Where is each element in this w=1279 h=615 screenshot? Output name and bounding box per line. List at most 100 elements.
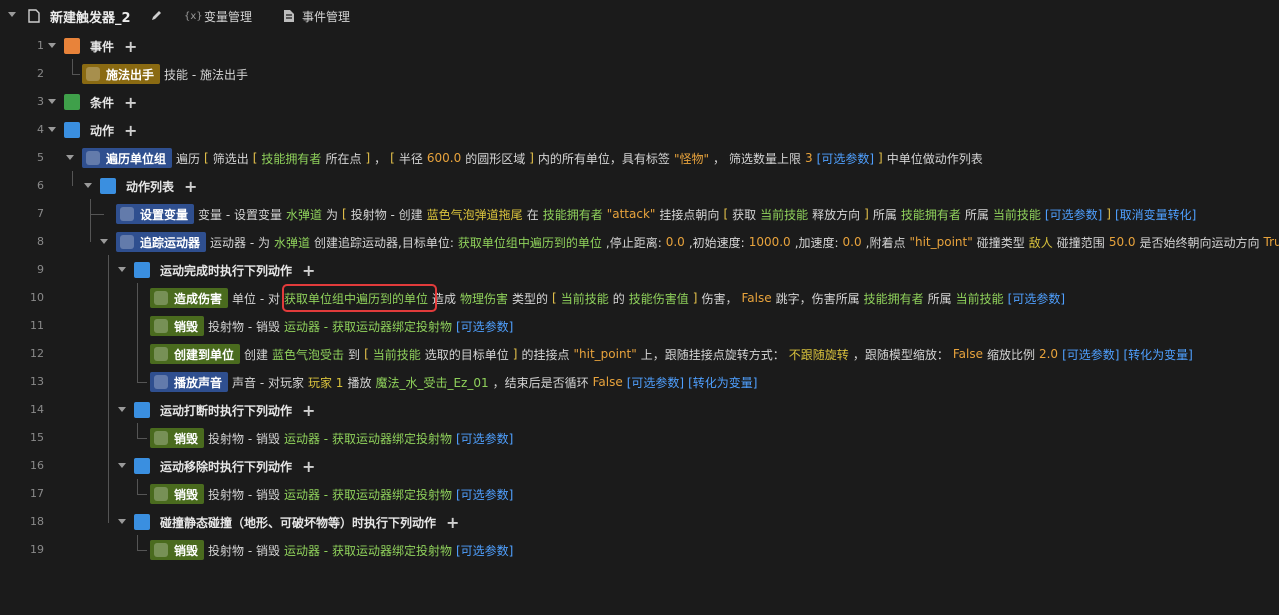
param-segment[interactable]: 0.0 [843,235,862,249]
param-segment[interactable]: 运动器 - 获取运动器绑定投射物 [284,430,452,447]
tree-row[interactable]: 13 播放声音 声音 - 对玩家 玩家 1 播放 魔法_水_受击_Ez_01 ，结束后是否循… [0,368,1279,396]
tree-row[interactable]: 14 运动打断时执行下列动作 + [0,396,1279,424]
param-segment[interactable]: [可选参数] [456,430,513,447]
param-segment[interactable]: [ [253,151,258,165]
param-segment[interactable]: 50.0 [1109,235,1136,249]
add-icon[interactable]: + [302,401,315,420]
collapse-arrow-icon[interactable] [66,155,74,160]
param-segment[interactable]: 运动器 - 获取运动器绑定投射物 [284,318,452,335]
tree-row[interactable]: 1 事件 + [0,32,1279,60]
param-segment[interactable]: "hit_point" [573,347,636,361]
param-segment[interactable]: 运动器 - 获取运动器绑定投射物 [284,486,452,503]
tree-row[interactable]: 19 销毁 投射物 - 销毁 运动器 - 获取运动器绑定投射物 [可选参数] [0,536,1279,564]
param-segment[interactable]: 物理伤害 [460,290,508,307]
param-segment[interactable]: [可选参数] [817,150,874,167]
edit-icon[interactable] [150,8,162,24]
tab-event-manager[interactable]: 事件管理 [302,8,350,24]
tree-row[interactable]: 6 动作列表 + [0,172,1279,200]
add-icon[interactable]: + [184,177,197,196]
param-segment[interactable]: [ [552,291,557,305]
param-segment[interactable]: 当前技能 [760,206,808,223]
collapse-arrow-icon[interactable] [118,407,126,412]
param-segment[interactable]: [ [364,347,369,361]
collapse-arrow-icon[interactable] [8,12,16,17]
param-segment[interactable]: [可选参数] [1045,206,1102,223]
add-icon[interactable]: + [302,457,315,476]
param-segment[interactable]: [ [723,207,728,221]
tree-row[interactable]: 4 动作 + [0,116,1279,144]
add-icon[interactable]: + [124,121,137,140]
collapse-arrow-icon[interactable] [84,183,92,188]
param-segment[interactable]: "怪物" [674,150,709,167]
param-segment[interactable]: 获取单位组中遍历到的单位 [458,234,602,251]
tree-row[interactable]: 18 碰撞静态碰撞（地形、可破坏物等）时执行下列动作 + [0,508,1279,536]
param-segment[interactable]: "attack" [607,207,656,221]
param-segment[interactable]: 600.0 [427,151,461,165]
param-segment[interactable]: ] [365,151,370,165]
collapse-arrow-icon[interactable] [100,239,108,244]
param-segment[interactable]: 0.0 [666,235,685,249]
param-segment[interactable]: [可选参数] [1008,290,1065,307]
param-segment[interactable]: 水弹道 [286,206,322,223]
param-segment[interactable]: 当前技能 [993,206,1041,223]
param-segment[interactable]: "hit_point" [909,235,972,249]
param-segment[interactable]: 2.0 [1039,347,1058,361]
tree-row[interactable]: 15 销毁 投射物 - 销毁 运动器 - 获取运动器绑定投射物 [可选参数] [0,424,1279,452]
param-segment[interactable]: 当前技能 [956,290,1004,307]
param-segment[interactable]: ] [1106,207,1111,221]
param-segment[interactable]: ] [864,207,869,221]
action-block-head[interactable]: 创建到单位 [150,344,241,364]
tree-row[interactable]: 3 条件 + [0,88,1279,116]
action-block-head[interactable]: 销毁 [150,316,205,336]
param-segment[interactable]: [ [342,207,347,221]
action-block-head[interactable]: 销毁 [150,540,205,560]
collapse-arrow-icon[interactable] [118,519,126,524]
action-block-head[interactable]: 设置变量 [116,204,195,224]
param-segment[interactable]: 水弹道 [274,234,310,251]
param-segment[interactable]: 技能拥有者 [864,290,924,307]
param-segment[interactable]: [可选参数] [1062,346,1119,363]
param-segment[interactable]: 技能伤害值 [629,290,689,307]
param-segment[interactable]: 蓝色气泡弹道拖尾 [427,206,523,223]
param-segment[interactable]: False [741,291,771,305]
tree-row[interactable]: 11 销毁 投射物 - 销毁 运动器 - 获取运动器绑定投射物 [可选参数] [0,312,1279,340]
action-block-head[interactable]: 销毁 [150,428,205,448]
param-segment[interactable]: [可选参数] [456,318,513,335]
param-segment[interactable]: [ [390,151,395,165]
param-segment[interactable]: True [1264,235,1279,249]
tree-row[interactable]: 10 造成伤害 单位 - 对获取单位组中遍历到的单位 造成 物理伤害 类型的[当前技能的技… [0,284,1279,312]
param-segment[interactable]: ] [878,151,883,165]
tree-row[interactable]: 9 运动完成时执行下列动作 + [0,256,1279,284]
param-segment[interactable]: [ [204,151,209,165]
param-segment[interactable]: [可选参数] [456,542,513,559]
param-segment[interactable]: 1000.0 [749,235,791,249]
tab-variable-manager[interactable]: 变量管理 [204,8,252,24]
param-segment[interactable]: 不跟随旋转 [789,346,849,363]
param-segment[interactable]: [取消变量转化] [1115,206,1196,223]
tree-row[interactable]: 8 追踪运动器 运动器 - 为水弹道 创建追踪运动器,目标单位: 获取单位组中遍历到的单… [0,228,1279,256]
action-block-head[interactable]: 销毁 [150,484,205,504]
param-segment[interactable]: ] [693,291,698,305]
param-segment[interactable]: ] [529,151,534,165]
add-icon[interactable]: + [302,261,315,280]
collapse-arrow-icon[interactable] [118,267,126,272]
param-segment[interactable]: [转化为变量] [688,374,757,391]
param-segment[interactable]: False [953,347,983,361]
param-segment[interactable]: 3 [805,151,813,165]
action-block-head[interactable]: 施法出手 [82,64,161,84]
param-segment[interactable]: [转化为变量] [1123,346,1192,363]
param-segment[interactable]: 当前技能 [373,346,421,363]
tree-row[interactable]: 5 遍历单位组 遍历[筛选出[技能拥有者 所在点]，[半径 600.0 的圆形区域] 内的所… [0,144,1279,172]
action-block-head[interactable]: 追踪运动器 [116,232,207,252]
param-segment[interactable]: False [593,375,623,389]
collapse-arrow-icon[interactable] [118,463,126,468]
param-segment[interactable]: 魔法_水_受击_Ez_01 [375,374,488,391]
param-segment[interactable]: [可选参数] [627,374,684,391]
param-segment[interactable]: 技能拥有者 [543,206,603,223]
collapse-arrow-icon[interactable] [48,127,56,132]
add-icon[interactable]: + [124,37,137,56]
param-segment[interactable]: 敌人 [1029,234,1053,251]
collapse-arrow-icon[interactable] [48,43,56,48]
tree-row[interactable]: 2 施法出手 技能 - 施法出手 [0,60,1279,88]
param-segment[interactable]: 蓝色气泡受击 [272,346,344,363]
